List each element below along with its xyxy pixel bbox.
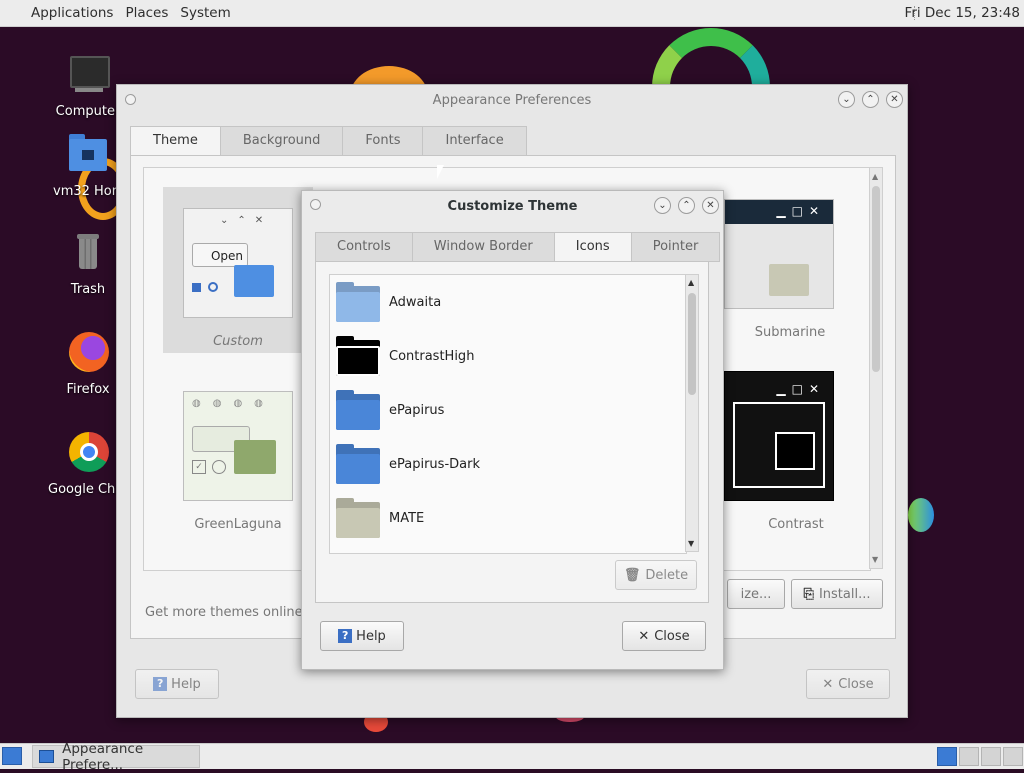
places-menu[interactable]: Places: [119, 5, 174, 21]
theme-greenlaguna[interactable]: ◍◍◍◍ ✓ GreenLaguna: [163, 385, 313, 545]
system-menu[interactable]: System: [174, 5, 236, 21]
icon-theme-row[interactable]: ePapirus-Dark: [330, 437, 686, 491]
close-button[interactable]: ✕ Close: [806, 669, 890, 699]
close-window-button[interactable]: ✕: [886, 91, 903, 108]
clock[interactable]: Fri Dec 15, 23:48: [905, 5, 1020, 21]
theme-grid-scrollbar[interactable]: ▲ ▼: [869, 167, 883, 569]
help-icon: ?: [338, 629, 353, 643]
maximize-button[interactable]: ⌃: [678, 197, 695, 214]
monitor-icon: [65, 54, 111, 100]
folder-icon: [336, 390, 380, 430]
tab-background[interactable]: Background: [220, 126, 344, 156]
delete-icon: 🗑: [623, 567, 641, 583]
trash-icon: [65, 232, 111, 278]
minimize-button[interactable]: ⌄: [838, 91, 855, 108]
theme-preview: ⌄⌃✕ Open: [183, 208, 293, 318]
theme-label: Custom: [213, 334, 263, 349]
customize-tabs: Controls Window Border Icons Pointer: [315, 232, 721, 262]
workspace-2[interactable]: [959, 747, 979, 766]
delete-button[interactable]: 🗑 Delete: [615, 560, 697, 590]
desktop-label: vm32 Home: [53, 184, 123, 199]
applications-menu[interactable]: Applications: [25, 5, 119, 21]
theme-contrast[interactable]: ▁□✕ Contrast: [704, 371, 854, 545]
icon-theme-name: ContrastHigh: [389, 348, 475, 364]
folder-icon: [336, 336, 380, 376]
window-menu-button[interactable]: [310, 199, 321, 210]
window-menu-button[interactable]: [125, 94, 136, 105]
folder-icon: [336, 498, 380, 538]
theme-submarine[interactable]: ▁□✕ Submarine: [704, 187, 854, 353]
maximize-button[interactable]: ⌃: [862, 91, 879, 108]
bottom-panel: Appearance Prefere...: [0, 741, 1024, 773]
tab-theme[interactable]: Theme: [130, 126, 221, 156]
icon-theme-name: Adwaita: [389, 294, 442, 310]
tab-interface[interactable]: Interface: [423, 126, 527, 156]
help-button[interactable]: ? Help: [320, 621, 404, 651]
workspace-3[interactable]: [981, 747, 1001, 766]
theme-label: Contrast: [768, 517, 824, 532]
help-icon: ?: [153, 677, 168, 691]
theme-preview: ◍◍◍◍ ✓: [183, 391, 293, 501]
tab-fonts[interactable]: Fonts: [343, 126, 424, 156]
appearance-tabs: Theme Background Fonts Interface: [130, 126, 527, 156]
titlebar[interactable]: Appearance Preferences ⌄ ⌃ ✕: [117, 85, 907, 115]
home-folder-icon: [65, 134, 111, 180]
theme-preview: ▁□✕: [724, 199, 834, 309]
window-title: Appearance Preferences: [432, 92, 592, 108]
mouse-cursor: [437, 165, 451, 179]
minimize-button[interactable]: ⌄: [654, 197, 671, 214]
icon-theme-name: MATE: [389, 510, 425, 526]
theme-preview: ▁□✕: [724, 371, 834, 501]
taskbar-appearance-button[interactable]: Appearance Prefere...: [32, 741, 200, 773]
close-icon: ✕: [822, 676, 834, 692]
close-button[interactable]: ✕ Close: [622, 621, 706, 651]
icon-theme-name: ePapirus: [389, 402, 445, 418]
close-window-button[interactable]: ✕: [702, 197, 719, 214]
window-icon: [39, 750, 55, 763]
top-panel: Applications Places System Fri Dec 15, 2…: [0, 0, 1024, 27]
icon-theme-row[interactable]: Adwaita: [330, 275, 686, 329]
icon-theme-name: ePapirus-Dark: [389, 456, 480, 472]
install-button[interactable]: ⎘ Install...: [791, 579, 883, 609]
tab-controls[interactable]: Controls: [315, 232, 413, 262]
workspace-4[interactable]: [1003, 747, 1023, 766]
customize-button[interactable]: ize...: [727, 579, 785, 609]
wallpaper-dot-blue: [908, 498, 934, 532]
install-icon: ⎘: [803, 586, 814, 602]
firefox-icon: [65, 332, 111, 378]
help-button[interactable]: ? Help: [135, 669, 219, 699]
tab-icons[interactable]: Icons: [554, 232, 632, 262]
icon-theme-row[interactable]: ContrastHigh: [330, 329, 686, 383]
icon-theme-row[interactable]: ePapirus: [330, 383, 686, 437]
tab-window-border[interactable]: Window Border: [412, 232, 555, 262]
show-desktop-button[interactable]: [2, 747, 22, 765]
theme-custom[interactable]: ⌄⌃✕ Open Custom: [163, 187, 313, 353]
icon-list-scrollbar[interactable]: ▲ ▼: [685, 274, 699, 552]
dialog-title: Customize Theme: [447, 198, 578, 214]
theme-label: Submarine: [754, 325, 826, 340]
get-more-themes-link[interactable]: Get more themes online: [145, 605, 303, 620]
icon-theme-row[interactable]: MATE: [330, 491, 686, 545]
preview-open-button: Open: [192, 243, 248, 267]
close-icon: ✕: [638, 628, 650, 644]
workspace-1[interactable]: [937, 747, 957, 766]
icon-theme-list: Adwaita ContrastHigh ePapirus ePapirus-Dark…: [329, 274, 687, 554]
icon-theme-list-items: Adwaita ContrastHigh ePapirus ePapirus-Dark…: [330, 275, 686, 545]
folder-icon: [336, 444, 380, 484]
tab-pointer[interactable]: Pointer: [631, 232, 721, 262]
theme-label: GreenLaguna: [194, 517, 282, 532]
customize-theme-dialog: Customize Theme ⌄ ⌃ ✕ Controls Window Bo…: [301, 190, 724, 670]
folder-icon: [336, 282, 380, 322]
icons-panel: Adwaita ContrastHigh ePapirus ePapirus-Dark…: [315, 261, 709, 603]
chrome-icon: [65, 432, 111, 478]
titlebar[interactable]: Customize Theme ⌄ ⌃ ✕: [302, 191, 723, 221]
